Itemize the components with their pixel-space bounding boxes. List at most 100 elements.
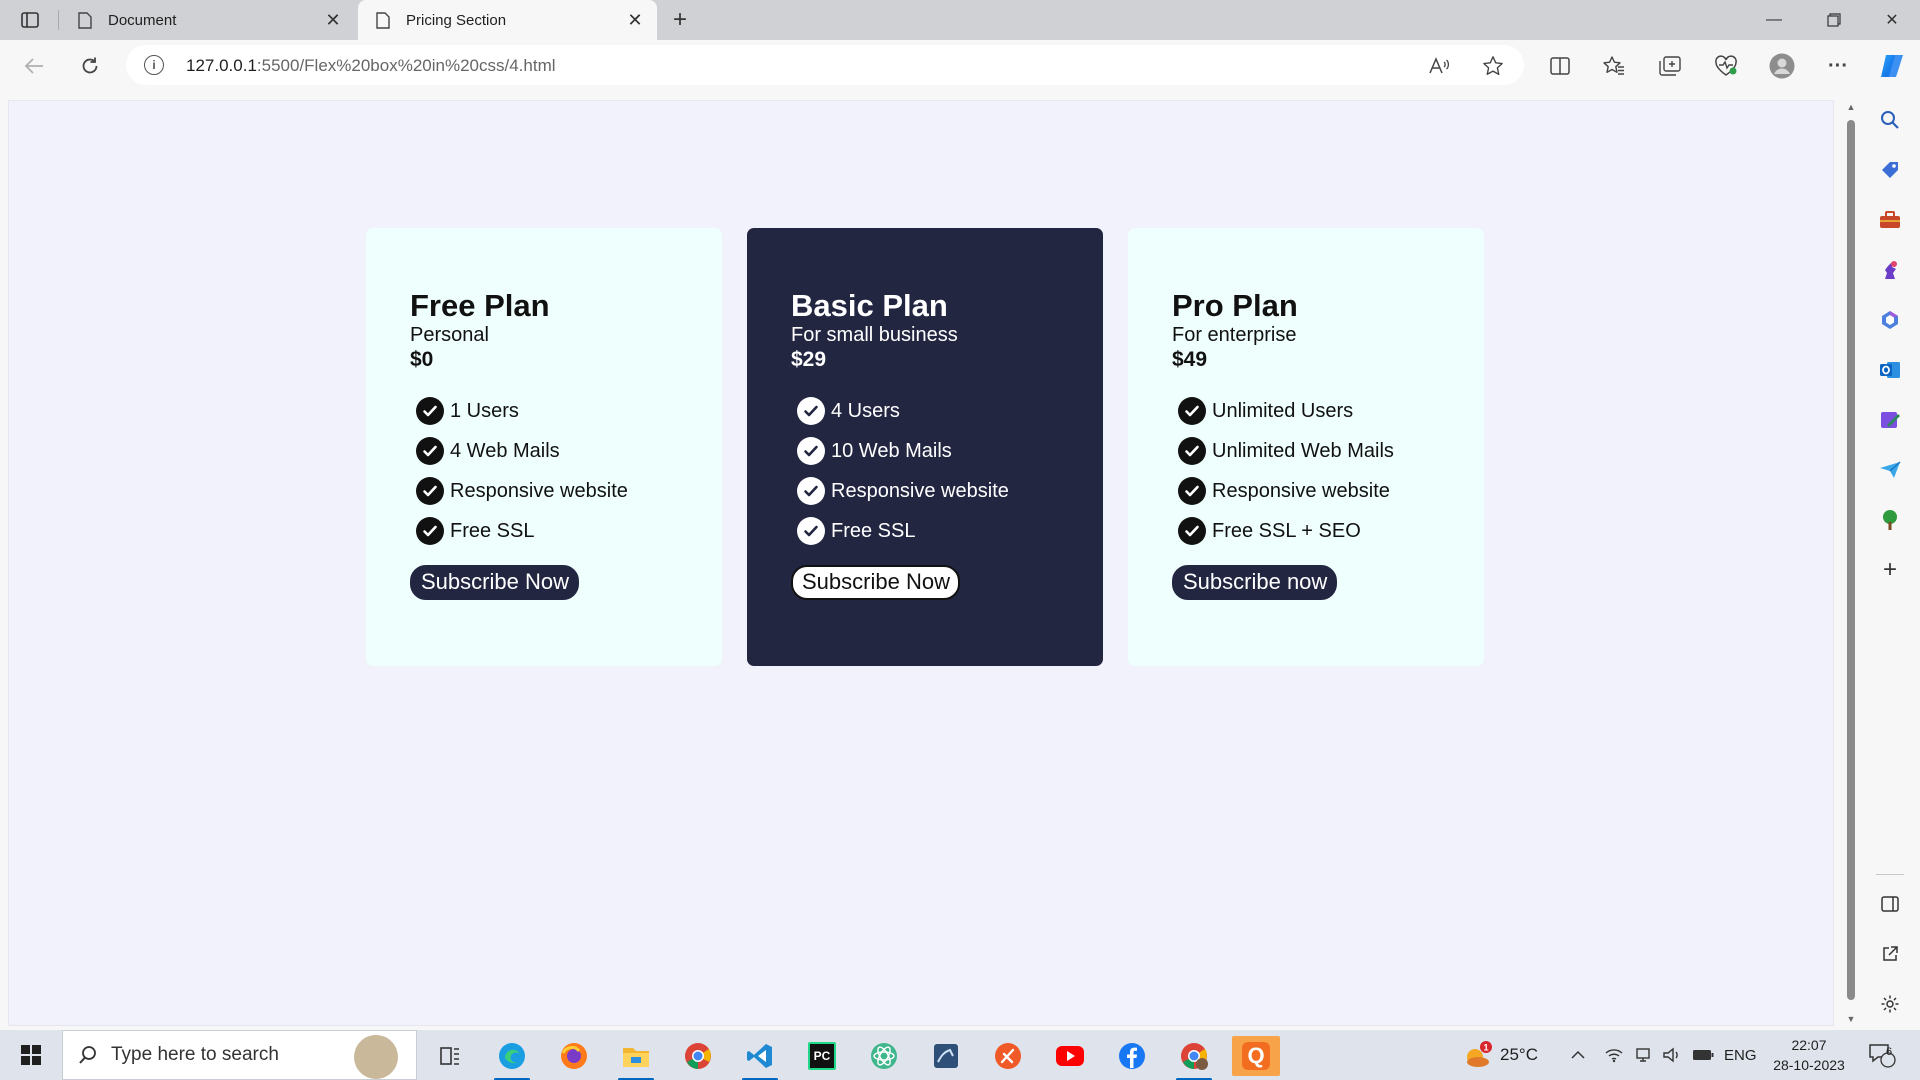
url-host: 127.0.0.1 [186, 56, 257, 75]
microsoft-365-icon[interactable] [1878, 308, 1902, 332]
back-button[interactable] [18, 50, 50, 82]
tools-icon[interactable] [1878, 208, 1902, 232]
youtube-icon[interactable] [1046, 1036, 1094, 1076]
read-aloud-icon[interactable] [1426, 53, 1452, 79]
check-circle-icon [797, 437, 825, 465]
search-icon[interactable] [1878, 108, 1902, 132]
language-text: ENG [1724, 1046, 1757, 1064]
subscribe-button[interactable]: Subscribe Now [410, 565, 579, 600]
tab-document[interactable]: Document ✕ [60, 0, 355, 40]
url-text[interactable]: 127.0.0.1:5500/Flex%20box%20in%20css/4.h… [186, 56, 556, 76]
restore-button[interactable] [1806, 0, 1862, 40]
page-icon [374, 11, 392, 29]
close-tab-icon[interactable]: ✕ [319, 6, 347, 34]
vscode-icon[interactable] [736, 1036, 784, 1080]
clock[interactable]: 22:07 28-10-2023 [1766, 1035, 1852, 1075]
outlook-icon[interactable] [1878, 358, 1902, 382]
settings-gear-icon[interactable] [1878, 992, 1902, 1016]
chrome-profile-icon[interactable] [1170, 1036, 1218, 1080]
favorites-icon[interactable] [1598, 50, 1630, 82]
facebook-icon[interactable] [1108, 1036, 1156, 1076]
volume-icon[interactable] [1662, 1030, 1682, 1080]
task-view-icon[interactable] [426, 1036, 474, 1076]
close-tab-icon[interactable]: ✕ [621, 6, 649, 34]
more-options-icon[interactable]: ··· [1822, 50, 1854, 82]
check-circle-icon [416, 437, 444, 465]
firefox-icon[interactable] [550, 1036, 598, 1076]
check-circle-icon [1178, 397, 1206, 425]
split-screen-icon[interactable] [1544, 50, 1576, 82]
weather-sun-icon: 1 [1467, 1041, 1492, 1067]
site-info-icon[interactable]: i [144, 55, 164, 75]
check-circle-icon [797, 397, 825, 425]
feature-item: 10 Web Mails [791, 431, 1059, 471]
copilot-icon[interactable] [1876, 50, 1908, 82]
search-icon [77, 1044, 99, 1066]
feature-item: Responsive website [410, 471, 678, 511]
file-explorer-icon[interactable] [612, 1036, 660, 1080]
shopping-tag-icon[interactable] [1878, 158, 1902, 182]
feature-item: 4 Web Mails [410, 431, 678, 471]
feature-text: 1 Users [450, 399, 519, 422]
devices-icon[interactable] [1634, 1030, 1652, 1080]
games-icon[interactable] [1878, 258, 1902, 282]
collections-icon[interactable] [1654, 50, 1686, 82]
svg-text:1: 1 [1483, 1043, 1488, 1053]
edge-taskbar-icon[interactable] [488, 1036, 536, 1080]
profile-avatar[interactable] [1766, 50, 1798, 82]
feature-item: Unlimited Users [1172, 391, 1440, 431]
feature-item: Free SSL [410, 511, 678, 551]
favorite-star-icon[interactable] [1480, 53, 1506, 79]
show-hidden-icons-icon[interactable] [1570, 1030, 1586, 1080]
battery-icon[interactable] [1692, 1030, 1714, 1080]
minimize-button[interactable]: — [1746, 0, 1802, 40]
scroll-down-arrow-icon[interactable]: ▼ [1846, 1014, 1856, 1024]
hide-sidebar-icon[interactable] [1878, 892, 1902, 916]
chrome-icon[interactable] [674, 1036, 722, 1076]
plan-price: $49 [1172, 348, 1208, 371]
new-tab-button[interactable]: + [666, 6, 694, 34]
designer-icon[interactable] [1878, 408, 1902, 432]
feature-text: Free SSL + SEO [1212, 519, 1361, 542]
plan-card-free: Free Plan Personal $0 1 Users 4 Web Mail… [366, 228, 722, 666]
tab-actions-icon[interactable] [14, 8, 46, 32]
feature-text: 4 Web Mails [450, 439, 560, 462]
windows-start-icon[interactable] [10, 1041, 52, 1069]
open-external-icon[interactable] [1878, 942, 1902, 966]
notifications-icon[interactable]: 6 [1868, 1030, 1896, 1080]
address-bar[interactable]: i 127.0.0.1:5500/Flex%20box%20in%20css/4… [126, 45, 1524, 85]
feature-text: Unlimited Web Mails [1212, 439, 1394, 462]
scroll-thumb[interactable] [1847, 120, 1855, 1000]
weather-widget[interactable]: 1 25°C [1462, 1030, 1538, 1080]
vertical-scrollbar[interactable]: ▲ ▼ [1842, 100, 1860, 1026]
plan-name: Basic Plan [791, 288, 948, 323]
network-icon[interactable] [1604, 1030, 1624, 1080]
language-indicator[interactable]: ENG [1724, 1030, 1757, 1080]
plan-card-basic: Basic Plan For small business $29 4 User… [747, 228, 1103, 666]
atom-icon[interactable] [860, 1036, 908, 1076]
taskbar-search-box[interactable]: Type here to search [62, 1030, 417, 1080]
subscribe-button[interactable]: Subscribe now [1172, 565, 1338, 600]
search-placeholder: Type here to search [111, 1044, 279, 1065]
feature-text: 4 Users [831, 399, 900, 422]
feature-item: Free SSL [791, 511, 1059, 551]
notification-count: 6 [1885, 1046, 1893, 1058]
browser-essentials-icon[interactable] [1710, 50, 1742, 82]
swift-playground-icon[interactable] [984, 1036, 1032, 1076]
mysql-workbench-icon[interactable] [922, 1036, 970, 1076]
pycharm-icon[interactable]: PC [798, 1036, 846, 1076]
feature-text: Unlimited Users [1212, 399, 1354, 422]
quick-assist-icon[interactable]: Q [1232, 1036, 1280, 1076]
tab-pricing-section[interactable]: Pricing Section ✕ [358, 0, 657, 40]
tree-icon[interactable] [1878, 508, 1902, 532]
tab-title: Pricing Section [406, 11, 507, 29]
refresh-button[interactable] [74, 50, 106, 82]
send-icon[interactable] [1878, 458, 1902, 482]
close-window-button[interactable]: ✕ [1864, 0, 1920, 40]
scroll-up-arrow-icon[interactable]: ▲ [1846, 102, 1856, 112]
tab-strip: Document ✕ Pricing Section ✕ + — ✕ [0, 0, 1920, 40]
feature-item: Free SSL + SEO [1172, 511, 1440, 551]
check-circle-icon [1178, 477, 1206, 505]
subscribe-button[interactable]: Subscribe Now [791, 565, 960, 600]
add-sidebar-app-icon[interactable]: + [1878, 556, 1902, 583]
